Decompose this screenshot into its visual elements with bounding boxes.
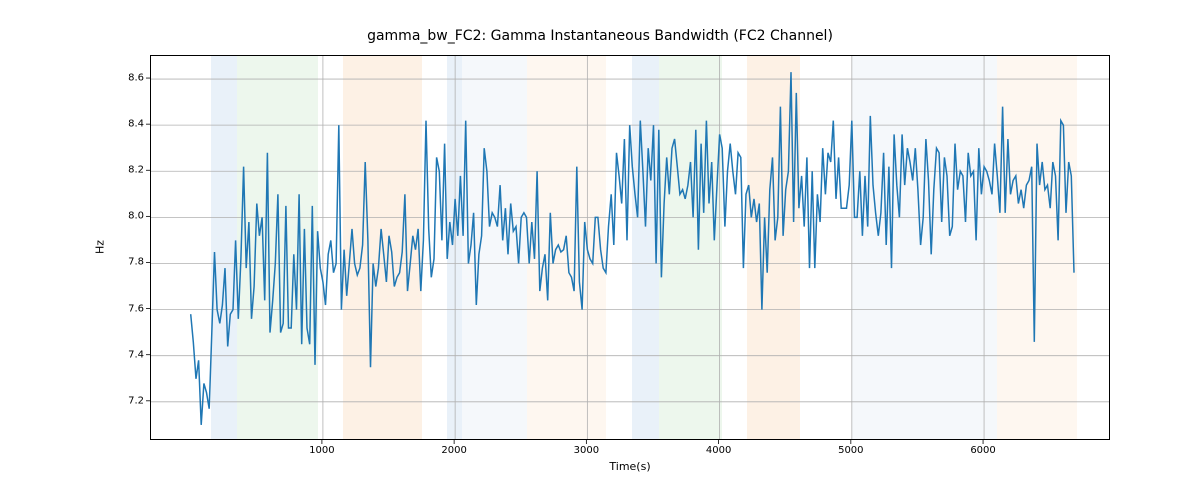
y-tick-label: 8.0 [104,211,144,222]
y-tick-label: 7.8 [104,257,144,268]
plot-axes [150,55,1110,440]
x-tick-label: 1000 [309,445,334,456]
series-layer [151,56,1110,440]
x-tick-label: 3000 [574,445,599,456]
y-axis-label: Hz [94,240,107,254]
y-tick-label: 7.2 [104,395,144,406]
y-tick-label: 8.6 [104,73,144,84]
x-tick-label: 4000 [706,445,731,456]
x-axis-label: Time(s) [609,460,650,473]
y-tick-label: 8.4 [104,119,144,130]
y-tick-label: 7.4 [104,349,144,360]
gamma-bw-fc2-line [191,72,1074,425]
x-tick-label: 2000 [441,445,466,456]
y-tick-label: 8.2 [104,165,144,176]
x-tick-label: 6000 [970,445,995,456]
chart-title: gamma_bw_FC2: Gamma Instantaneous Bandwi… [0,28,1200,44]
x-tick-label: 5000 [838,445,863,456]
y-tick-label: 7.6 [104,303,144,314]
figure: gamma_bw_FC2: Gamma Instantaneous Bandwi… [0,0,1200,500]
